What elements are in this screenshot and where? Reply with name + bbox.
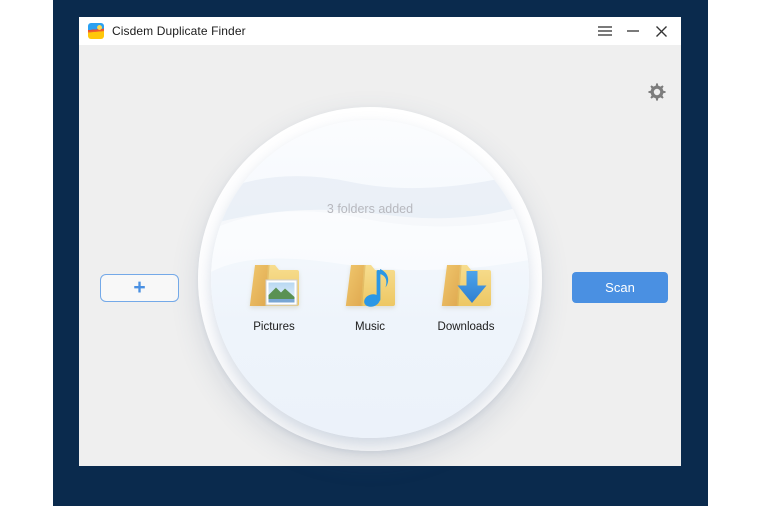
titlebar[interactable]: Cisdem Duplicate Finder [79,17,681,45]
folder-item-music[interactable]: Music [329,256,411,333]
downloads-folder-icon [425,256,507,312]
minimize-icon [627,30,639,32]
close-icon [656,26,667,37]
gear-icon [647,82,667,107]
menu-button[interactable] [591,19,619,43]
music-folder-icon [329,256,411,312]
folder-label: Downloads [425,321,507,333]
window-title: Cisdem Duplicate Finder [112,24,246,38]
folder-drop-circle-inner: 3 folders added [211,120,529,438]
hamburger-menu-icon [598,26,612,36]
status-text: 3 folders added [211,202,529,216]
minimize-button[interactable] [619,19,647,43]
main-content: 3 folders added [79,45,681,466]
folder-item-pictures[interactable]: Pictures [233,256,315,333]
add-folder-button[interactable]: + [100,274,179,302]
folder-drop-circle[interactable]: 3 folders added [198,107,542,451]
app-logo-icon [88,23,104,39]
scan-button[interactable]: Scan [572,272,668,303]
page: Cisdem Duplicate Finder [0,0,760,506]
folder-label: Music [329,321,411,333]
settings-button[interactable] [646,83,668,105]
folder-label: Pictures [233,321,315,333]
app-window: Cisdem Duplicate Finder [79,17,681,466]
added-folders-list: Pictures [211,256,529,333]
pictures-folder-icon [233,256,315,312]
folder-item-downloads[interactable]: Downloads [425,256,507,333]
close-button[interactable] [647,19,675,43]
